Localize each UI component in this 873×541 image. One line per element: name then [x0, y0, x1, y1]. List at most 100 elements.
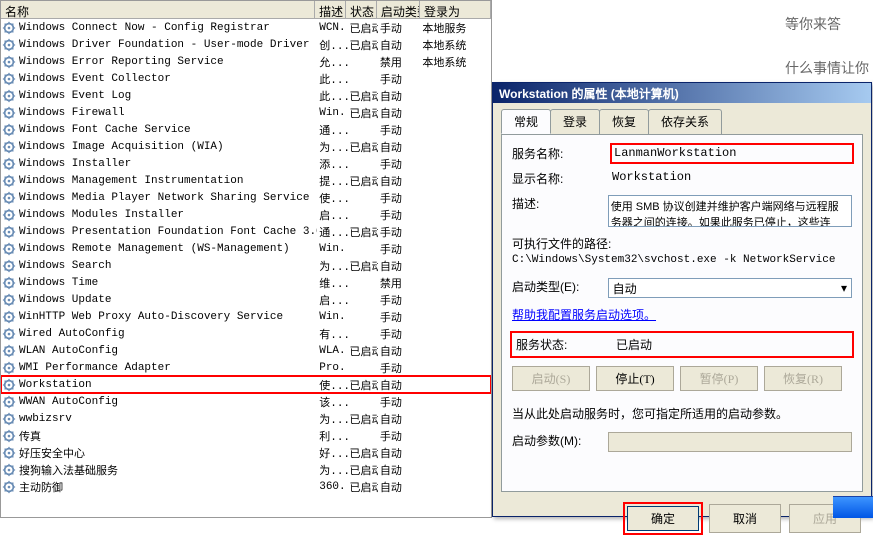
label-start-param: 启动参数(M): — [512, 432, 608, 452]
cell-logon: 本地系统 — [420, 54, 491, 70]
col-header-name[interactable]: 名称 — [1, 1, 315, 18]
dialog-tabs: 常规 登录 恢复 依存关系 — [493, 103, 871, 134]
col-header-logon[interactable]: 登录为 — [420, 1, 491, 18]
cell-start: 手动 — [378, 20, 421, 36]
service-icon — [2, 446, 16, 460]
cancel-button[interactable]: 取消 — [709, 504, 781, 533]
tab-recovery[interactable]: 恢复 — [599, 109, 649, 134]
cell-status: 已启动 — [348, 445, 378, 461]
services-body[interactable]: Windows Connect Now - Config RegistrarWC… — [1, 19, 491, 517]
dialog-titlebar[interactable]: Workstation 的属性 (本地计算机) — [493, 83, 871, 103]
service-row[interactable]: Windows Event Log此...已启动自动 — [1, 87, 491, 104]
service-row[interactable]: Windows Remote Management (WS-Management… — [1, 240, 491, 257]
service-row[interactable]: Windows Presentation Foundation Font Cac… — [1, 223, 491, 240]
service-row[interactable]: 主动防御360...已启动自动 — [1, 478, 491, 495]
dialog-footer: 确定 取消 应用 — [493, 500, 871, 541]
cell-name: Windows Image Acquisition (WIA) — [17, 141, 317, 153]
service-icon — [2, 191, 16, 205]
cell-logon: 本地系统 — [420, 37, 491, 53]
cell-status: 已启动 — [348, 37, 378, 53]
service-row[interactable]: Windows Font Cache Service通...手动 — [1, 121, 491, 138]
col-header-desc[interactable]: 描述 — [315, 1, 346, 18]
cell-start: 手动 — [378, 71, 421, 87]
cell-name: Windows Update — [17, 294, 317, 306]
service-row[interactable]: WinHTTP Web Proxy Auto-Discovery Service… — [1, 308, 491, 325]
service-row[interactable]: Windows Management Instrumentation提...已启… — [1, 172, 491, 189]
cell-status: 已启动 — [348, 173, 378, 189]
cell-desc: 使... — [317, 190, 347, 206]
select-startup-type[interactable]: 自动 ▾ — [608, 278, 852, 298]
cell-name: Windows Media Player Network Sharing Ser… — [17, 192, 317, 204]
service-icon — [2, 327, 16, 341]
tab-logon[interactable]: 登录 — [550, 109, 600, 134]
service-row[interactable]: Workstation使...已启动自动 — [1, 376, 491, 393]
service-row[interactable]: Windows Search为...已启动自动 — [1, 257, 491, 274]
service-row[interactable]: Windows Modules Installer启...手动 — [1, 206, 491, 223]
cell-desc: 通... — [317, 122, 347, 138]
cell-name: Windows Modules Installer — [17, 209, 317, 221]
service-icon — [2, 242, 16, 256]
cell-name: Wired AutoConfig — [17, 328, 317, 340]
service-row[interactable]: Windows Event Collector此...手动 — [1, 70, 491, 87]
service-row[interactable]: Windows Media Player Network Sharing Ser… — [1, 189, 491, 206]
service-row[interactable]: Windows Time维...禁用 — [1, 274, 491, 291]
cell-start: 自动 — [378, 445, 421, 461]
service-row[interactable]: Windows Error Reporting Service允...禁用本地系… — [1, 53, 491, 70]
service-row[interactable]: WLAN AutoConfigWLA...已启动自动 — [1, 342, 491, 359]
cell-name: 好压安全中心 — [17, 445, 317, 461]
service-icon — [2, 106, 16, 120]
service-icon — [2, 55, 16, 69]
service-row[interactable]: 好压安全中心好...已启动自动 — [1, 444, 491, 461]
cell-name: Windows Event Collector — [17, 73, 317, 85]
cell-name: wwbizsrv — [17, 413, 317, 425]
service-row[interactable]: Windows Installer添...手动 — [1, 155, 491, 172]
service-row[interactable]: Windows Driver Foundation - User-mode Dr… — [1, 36, 491, 53]
service-row[interactable]: Windows Connect Now - Config RegistrarWC… — [1, 19, 491, 36]
service-row[interactable]: WWAN AutoConfig该...手动 — [1, 393, 491, 410]
cell-name: Windows Remote Management (WS-Management… — [17, 243, 317, 255]
service-icon — [2, 225, 16, 239]
cell-start: 手动 — [378, 224, 421, 240]
tab-general[interactable]: 常规 — [501, 109, 551, 134]
cell-name: Windows Search — [17, 260, 317, 272]
service-row[interactable]: 搜狗输入法基础服务为...已启动自动 — [1, 461, 491, 478]
col-header-status[interactable]: 状态 — [346, 1, 377, 18]
cell-name: Windows Management Instrumentation — [17, 175, 317, 187]
cell-start: 禁用 — [378, 54, 421, 70]
cell-name: WLAN AutoConfig — [17, 345, 317, 357]
label-exe-path: 可执行文件的路径: — [512, 235, 852, 252]
cell-name: Windows Driver Foundation - User-mode Dr… — [17, 39, 317, 51]
cell-name: Windows Error Reporting Service — [17, 56, 317, 68]
service-row[interactable]: WMI Performance AdapterPro...手动 — [1, 359, 491, 376]
cell-desc: Pro... — [317, 362, 347, 374]
cell-name: Windows Time — [17, 277, 317, 289]
service-row[interactable]: 传真利...手动 — [1, 427, 491, 444]
help-link[interactable]: 帮助我配置服务启动选项。 — [512, 308, 656, 322]
col-header-start[interactable]: 启动类型 — [377, 1, 420, 18]
cell-start: 手动 — [378, 309, 421, 325]
value-display-name: Workstation — [612, 170, 852, 187]
cell-desc: 使... — [317, 377, 347, 393]
service-icon — [2, 378, 16, 392]
start-button: 启动(S) — [512, 366, 590, 391]
service-icon — [2, 412, 16, 426]
cell-desc: WLA... — [317, 345, 347, 357]
service-icon — [2, 140, 16, 154]
cell-name: Windows Font Cache Service — [17, 124, 317, 136]
cell-status: 已启动 — [348, 224, 378, 240]
service-row[interactable]: Wired AutoConfig有...手动 — [1, 325, 491, 342]
service-icon — [2, 276, 16, 290]
cell-start: 自动 — [378, 479, 421, 495]
tab-dependencies[interactable]: 依存关系 — [648, 109, 722, 134]
ok-button[interactable]: 确定 — [627, 506, 699, 531]
stop-button[interactable]: 停止(T) — [596, 366, 674, 391]
service-row[interactable]: Windows FirewallWin...已启动自动 — [1, 104, 491, 121]
service-row[interactable]: wwbizsrv为...已启动自动 — [1, 410, 491, 427]
service-row[interactable]: Windows Update启...手动 — [1, 291, 491, 308]
cell-start: 手动 — [378, 207, 421, 223]
input-start-param — [608, 432, 852, 452]
service-row[interactable]: Windows Image Acquisition (WIA)为...已启动自动 — [1, 138, 491, 155]
value-description[interactable]: 使用 SMB 协议创建并维护客户端网络与远程服务器之间的连接。如果此服务已停止，… — [608, 195, 852, 227]
param-hint-text: 当从此处启动服务时，您可指定所适用的启动参数。 — [512, 405, 852, 422]
cell-name: WinHTTP Web Proxy Auto-Discovery Service — [17, 311, 317, 323]
